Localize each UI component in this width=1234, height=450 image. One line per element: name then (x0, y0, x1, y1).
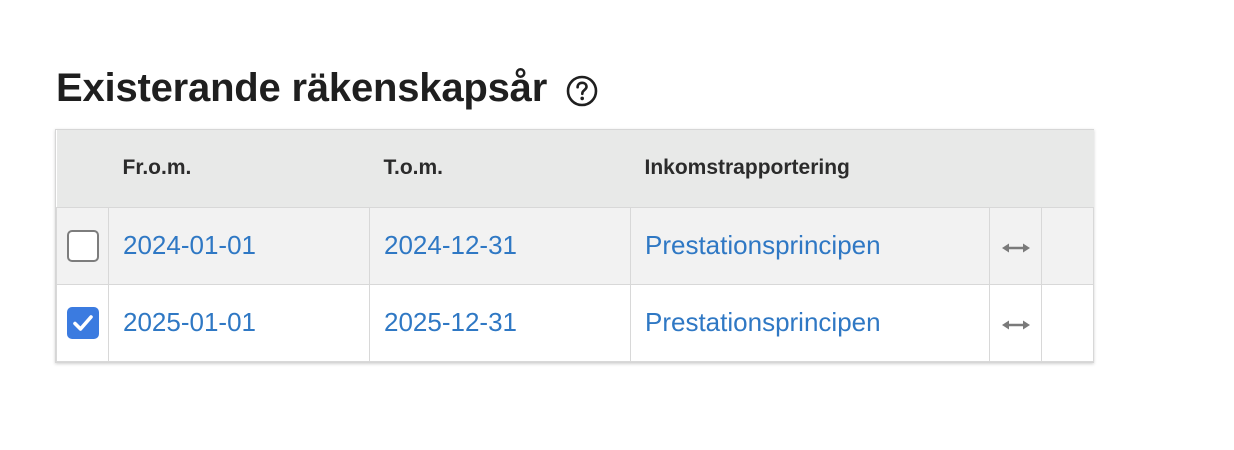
from-date-link[interactable]: 2025-01-01 (123, 307, 256, 337)
header-to-date: T.o.m. (369, 130, 631, 207)
action-cell (989, 283, 1042, 362)
to-date-link[interactable]: 2024-12-31 (384, 230, 517, 260)
header-action (989, 130, 1042, 207)
select-cell (56, 283, 109, 362)
to-date-cell: 2024-12-31 (369, 206, 631, 285)
income-reporting-cell: Prestationsprincipen (630, 283, 990, 362)
from-date-cell: 2025-01-01 (108, 283, 370, 362)
select-cell (56, 206, 109, 285)
to-date-link[interactable]: 2025-12-31 (384, 307, 517, 337)
table-row: 2025-01-01 2025-12-31 Prestationsprincip… (56, 283, 1094, 362)
horizontal-resize-arrow-icon[interactable] (1001, 231, 1031, 262)
fiscal-years-table: Fr.o.m. T.o.m. Inkomstrapportering 2024-… (55, 129, 1094, 363)
income-reporting-link[interactable]: Prestationsprincipen (645, 230, 881, 260)
header-extra (1041, 130, 1094, 207)
extra-cell (1041, 206, 1094, 285)
income-reporting-cell: Prestationsprincipen (630, 206, 990, 285)
table-header-row: Fr.o.m. T.o.m. Inkomstrapportering (56, 130, 1094, 207)
section-heading: Existerande räkenskapsår (56, 62, 599, 114)
from-date-link[interactable]: 2024-01-01 (123, 230, 256, 260)
to-date-cell: 2025-12-31 (369, 283, 631, 362)
from-date-cell: 2024-01-01 (108, 206, 370, 285)
income-reporting-link[interactable]: Prestationsprincipen (645, 307, 881, 337)
header-from-date: Fr.o.m. (108, 130, 370, 207)
question-circle-icon[interactable] (565, 74, 599, 108)
page: Existerande räkenskapsår Fr.o.m. T.o.m. … (0, 0, 1234, 450)
row-checkbox[interactable] (66, 230, 99, 263)
header-income-reporting: Inkomstrapportering (630, 130, 990, 207)
table-row: 2024-01-01 2024-12-31 Prestationsprincip… (56, 206, 1094, 285)
header-select (56, 130, 109, 207)
action-cell (989, 206, 1042, 285)
checkmark-icon (72, 315, 93, 331)
horizontal-resize-arrow-icon[interactable] (1001, 308, 1031, 339)
page-title: Existerande räkenskapsår (56, 66, 548, 110)
extra-cell (1041, 283, 1094, 362)
row-checkbox[interactable] (66, 307, 99, 340)
